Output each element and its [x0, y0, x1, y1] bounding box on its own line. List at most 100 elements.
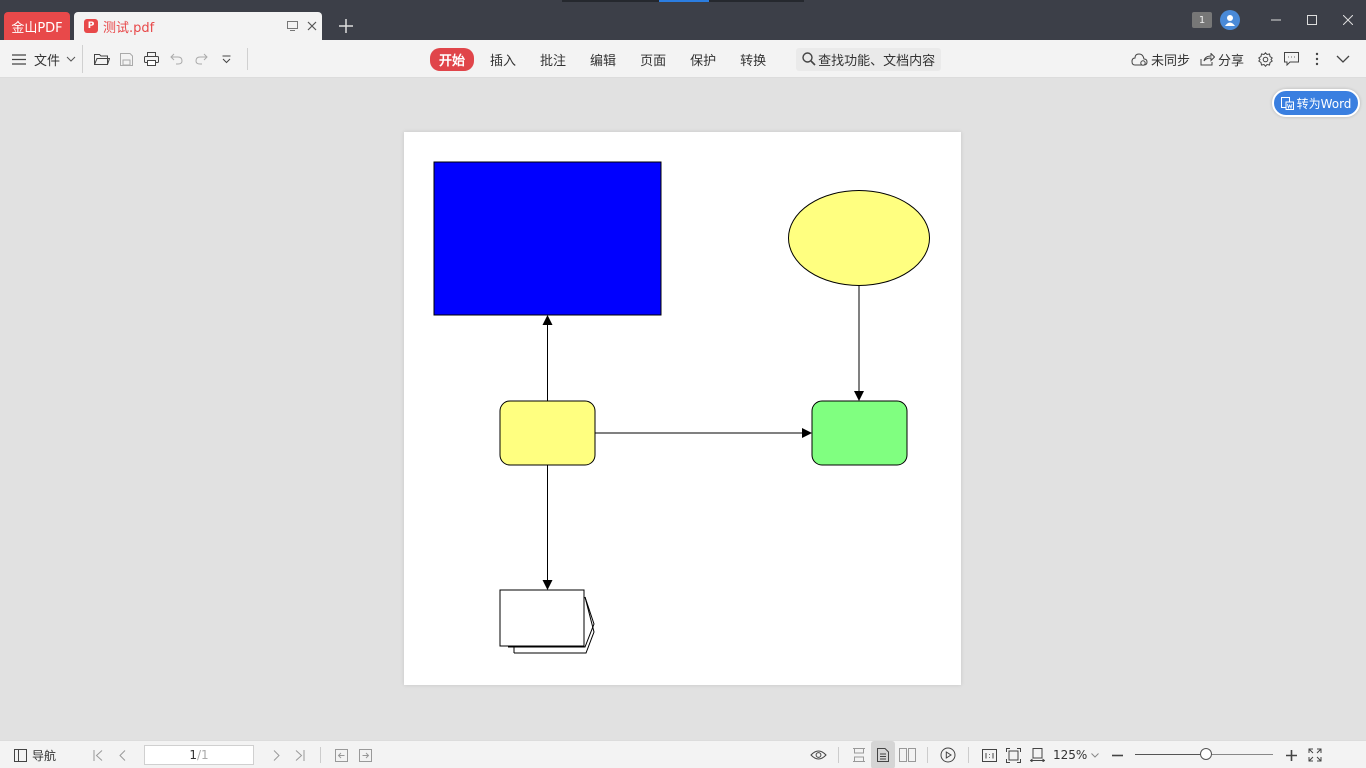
back-view-button[interactable] — [329, 741, 353, 768]
sync-label: 未同步 — [1150, 53, 1190, 69]
zoom-slider-fill — [1135, 754, 1206, 755]
toolbar-divider — [247, 48, 249, 70]
convert-icon — [1280, 96, 1294, 110]
actual-size-icon — [981, 748, 997, 762]
monitor-icon[interactable] — [282, 16, 302, 36]
sidebar-icon — [14, 748, 27, 762]
tab-convert[interactable]: 转换 — [740, 50, 766, 69]
tab-edit[interactable]: 编辑 — [590, 50, 616, 69]
last-page-button[interactable] — [288, 741, 312, 768]
actual-size-button[interactable] — [977, 741, 1001, 768]
zoom-level-dropdown[interactable]: 125% — [1053, 748, 1100, 762]
quick-access-dropdown[interactable] — [214, 45, 239, 73]
fit-page-icon — [1005, 747, 1021, 763]
redo-button[interactable] — [189, 45, 214, 73]
two-page-button[interactable] — [895, 741, 919, 768]
plus-icon — [339, 19, 353, 33]
pdf-file-icon: P — [84, 19, 98, 33]
open-folder-button[interactable] — [89, 45, 114, 73]
tab-annotate[interactable]: 批注 — [540, 50, 566, 69]
maximize-icon — [1307, 15, 1317, 25]
minimize-button[interactable] — [1258, 8, 1294, 32]
tab-insert[interactable]: 插入 — [490, 50, 516, 69]
flowchart-diagram — [433, 161, 930, 654]
pdf-page — [404, 132, 961, 685]
feature-search-input[interactable]: 查找功能、文档内容 — [796, 47, 942, 71]
share-button[interactable]: 分享 — [1200, 50, 1244, 69]
previous-page-button[interactable] — [110, 741, 134, 768]
ribbon-tabs: 开始 插入 批注 编辑 页面 保护 转换 查找功能、文档内容 — [430, 40, 942, 78]
zoom-in-button[interactable] — [1279, 741, 1303, 768]
comments-button[interactable] — [1278, 45, 1304, 73]
zoom-slider[interactable] — [1135, 748, 1274, 762]
play-slideshow-button[interactable] — [936, 741, 960, 768]
eye-icon — [809, 750, 827, 760]
new-tab-button[interactable] — [334, 14, 358, 38]
window-controls: 1 — [1192, 8, 1366, 32]
save-button[interactable] — [114, 45, 139, 73]
document-tab[interactable]: P 测试.pdf — [74, 12, 322, 40]
continuous-scroll-button[interactable] — [847, 741, 871, 768]
file-menu[interactable]: 文件 — [12, 45, 84, 73]
tab-page[interactable]: 页面 — [640, 50, 666, 69]
plus-icon — [1285, 749, 1297, 761]
folder-icon — [93, 53, 110, 65]
current-page: 1 — [189, 748, 197, 762]
user-icon — [1225, 15, 1235, 26]
convert-to-word-button[interactable]: 转为Word — [1272, 89, 1360, 117]
page-number-input[interactable]: 1/1 — [144, 745, 254, 765]
zoom-slider-thumb[interactable] — [1199, 748, 1212, 760]
convert-button-label: 转为Word — [1296, 96, 1352, 111]
page-navigator: 1/1 — [86, 741, 377, 768]
more-options-button[interactable] — [1304, 45, 1330, 73]
close-window-button[interactable] — [1330, 8, 1366, 32]
fit-page-button[interactable] — [1001, 741, 1025, 768]
settings-button[interactable] — [1252, 45, 1278, 73]
app-home-tab[interactable]: 金山PDF — [4, 12, 70, 40]
menu-icon — [12, 53, 26, 65]
yellow-ellipse — [788, 190, 930, 286]
fit-width-button[interactable] — [1025, 741, 1049, 768]
single-page-icon — [877, 748, 889, 762]
green-rounded-box — [811, 400, 908, 466]
gear-icon — [1257, 51, 1273, 67]
tab-protect[interactable]: 保护 — [690, 50, 716, 69]
title-progress-indicator — [562, 0, 804, 2]
zoom-out-button[interactable] — [1105, 741, 1129, 768]
user-avatar[interactable] — [1220, 10, 1240, 30]
navigation-panel-toggle[interactable]: 导航 — [14, 741, 56, 768]
next-page-button[interactable] — [264, 741, 288, 768]
print-button[interactable] — [139, 45, 164, 73]
yellow-rounded-box — [499, 400, 596, 466]
forward-view-button[interactable] — [353, 741, 377, 768]
status-divider — [320, 747, 321, 763]
document-viewport[interactable]: 转为Word — [0, 78, 1366, 740]
fullscreen-button[interactable] — [1303, 741, 1327, 768]
window-count-badge[interactable]: 1 — [1192, 12, 1212, 28]
eye-protection-button[interactable] — [806, 741, 830, 768]
chevron-left-icon — [118, 749, 125, 761]
forward-arrow-icon — [358, 748, 372, 762]
status-divider — [927, 747, 928, 763]
blue-rectangle — [433, 161, 662, 316]
total-pages: /1 — [196, 748, 209, 762]
minus-icon — [1111, 754, 1123, 756]
collapse-ribbon-button[interactable] — [1330, 45, 1356, 73]
redo-icon — [195, 53, 208, 65]
customize-icon — [222, 55, 231, 63]
undo-button[interactable] — [164, 45, 189, 73]
more-vertical-icon — [1315, 52, 1319, 66]
first-page-button[interactable] — [86, 741, 110, 768]
title-bar: 金山PDF P 测试.pdf 1 — [0, 0, 1366, 40]
single-page-button[interactable] — [871, 741, 895, 768]
sync-status-button[interactable]: 未同步 — [1131, 50, 1190, 69]
undo-icon — [170, 53, 183, 65]
document-stack — [499, 589, 595, 654]
status-divider — [838, 747, 839, 763]
maximize-button[interactable] — [1294, 8, 1330, 32]
close-tab-icon[interactable] — [302, 16, 322, 36]
chevron-down-icon — [66, 56, 76, 62]
chevron-down-icon — [1336, 55, 1350, 63]
fit-width-icon — [1029, 748, 1045, 762]
tab-start[interactable]: 开始 — [430, 47, 475, 71]
